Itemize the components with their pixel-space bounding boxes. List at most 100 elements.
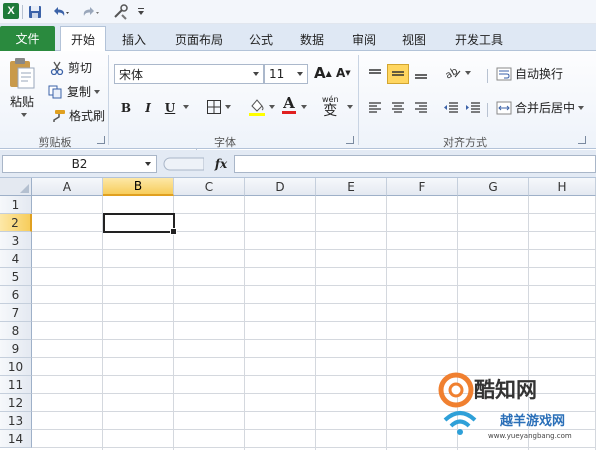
column-header-f[interactable]: F bbox=[387, 178, 458, 196]
tab-review[interactable]: 审阅 bbox=[344, 27, 384, 51]
paste-icon[interactable] bbox=[8, 55, 40, 91]
watermark-url: www.yueyangbang.com bbox=[488, 432, 572, 440]
formula-bar-handle-icon[interactable] bbox=[162, 156, 205, 172]
borders-icon bbox=[207, 100, 221, 114]
cut-button[interactable]: 剪切 bbox=[50, 59, 92, 76]
underline-button[interactable]: U bbox=[162, 99, 178, 117]
align-bottom-button[interactable] bbox=[412, 65, 430, 83]
font-launcher-icon[interactable] bbox=[346, 136, 354, 144]
group-divider bbox=[108, 55, 109, 145]
formula-input[interactable] bbox=[234, 155, 596, 173]
tab-file[interactable]: 文件 bbox=[0, 26, 55, 51]
tab-page-layout[interactable]: 页面布局 bbox=[165, 27, 233, 51]
tools-icon[interactable] bbox=[110, 3, 132, 21]
save-icon[interactable] bbox=[26, 3, 44, 21]
row-header-14[interactable]: 14 bbox=[0, 430, 32, 448]
shrink-font-button[interactable]: A ▼ bbox=[336, 66, 351, 80]
grow-arrow-icon: ▲ bbox=[325, 68, 332, 78]
clipboard-launcher-icon[interactable] bbox=[97, 136, 105, 144]
fill-color-button[interactable] bbox=[248, 97, 275, 117]
watermark-site-name: 越羊游戏网 bbox=[500, 414, 566, 429]
wrap-text-button[interactable]: 自动换行 bbox=[496, 65, 563, 82]
align-right-button[interactable] bbox=[412, 99, 430, 117]
tab-data[interactable]: 数据 bbox=[292, 27, 332, 51]
merge-center-button[interactable]: 合并后居中 bbox=[496, 99, 585, 116]
row-header-2[interactable]: 2 bbox=[0, 214, 32, 232]
row-header-6[interactable]: 6 bbox=[0, 286, 32, 304]
tab-home[interactable]: 开始 bbox=[60, 26, 106, 51]
row-header-9[interactable]: 9 bbox=[0, 340, 32, 358]
align-middle-button[interactable] bbox=[387, 64, 409, 84]
increase-indent-button[interactable] bbox=[464, 99, 482, 117]
insert-function-button[interactable]: fx bbox=[210, 155, 232, 173]
font-name-select[interactable]: 宋体 bbox=[114, 64, 264, 84]
align-middle-icon bbox=[392, 71, 404, 76]
font-name-dropdown-icon bbox=[253, 72, 259, 76]
bold-button[interactable]: B bbox=[118, 99, 134, 117]
column-header-h[interactable]: H bbox=[529, 178, 596, 196]
align-center-button[interactable] bbox=[389, 99, 407, 117]
name-box-value: B2 bbox=[71, 157, 88, 171]
row-header-8[interactable]: 8 bbox=[0, 322, 32, 340]
grid-row-line bbox=[32, 303, 596, 304]
row-header-12[interactable]: 12 bbox=[0, 394, 32, 412]
copy-button[interactable]: 复制 bbox=[48, 83, 101, 100]
row-header-3[interactable]: 3 bbox=[0, 232, 32, 250]
tab-insert[interactable]: 插入 bbox=[112, 27, 156, 51]
row-header-11[interactable]: 11 bbox=[0, 376, 32, 394]
fill-color-dropdown-icon bbox=[269, 105, 275, 109]
excel-app-icon[interactable]: X bbox=[3, 3, 19, 19]
row-header-4[interactable]: 4 bbox=[0, 250, 32, 268]
font-color-swatch bbox=[282, 111, 296, 114]
select-all-corner[interactable] bbox=[0, 178, 32, 196]
font-group-label: 字体 bbox=[214, 136, 236, 149]
grid-row-line bbox=[32, 249, 596, 250]
column-header-b[interactable]: B bbox=[103, 178, 174, 196]
font-size-select[interactable]: 11 bbox=[264, 64, 308, 84]
align-left-button[interactable] bbox=[366, 99, 384, 117]
column-header-c[interactable]: C bbox=[174, 178, 245, 196]
font-color-button[interactable]: A bbox=[282, 95, 296, 114]
font-color-dropdown-icon[interactable] bbox=[298, 105, 307, 109]
watermark: 酷知网 越羊游戏网 www.yueyangbang.com bbox=[432, 368, 596, 450]
column-header-a[interactable]: A bbox=[32, 178, 103, 196]
copy-dropdown-icon[interactable] bbox=[94, 89, 101, 94]
tab-developer[interactable]: 开发工具 bbox=[448, 27, 510, 51]
underline-dropdown-icon[interactable] bbox=[180, 105, 189, 109]
paste-dropdown-icon[interactable] bbox=[18, 111, 27, 119]
paste-button[interactable]: 粘贴 bbox=[10, 93, 34, 110]
tab-formulas[interactable]: 公式 bbox=[242, 27, 280, 51]
phonetic-guide-button[interactable]: wén 变 bbox=[322, 95, 339, 119]
scissors-icon bbox=[50, 61, 64, 75]
watermark-wifi-icon bbox=[443, 411, 477, 435]
alignment-launcher-icon[interactable] bbox=[578, 136, 586, 144]
name-box[interactable]: B2 bbox=[2, 155, 157, 173]
row-header-1[interactable]: 1 bbox=[0, 196, 32, 214]
quick-access-toolbar: X bbox=[0, 0, 596, 24]
tab-view[interactable]: 视图 bbox=[394, 27, 434, 51]
undo-icon[interactable] bbox=[48, 3, 74, 21]
orientation-dropdown-icon bbox=[465, 71, 471, 75]
customize-toolbar-icon[interactable] bbox=[136, 3, 146, 21]
column-header-e[interactable]: E bbox=[316, 178, 387, 196]
column-header-g[interactable]: G bbox=[458, 178, 529, 196]
phonetic-dropdown-icon[interactable] bbox=[344, 105, 353, 109]
decrease-indent-icon bbox=[444, 102, 458, 113]
column-header-d[interactable]: D bbox=[245, 178, 316, 196]
format-painter-button[interactable]: 格式刷 bbox=[50, 107, 105, 124]
grow-font-button[interactable]: A ▲ bbox=[314, 64, 332, 82]
paint-bucket-icon bbox=[249, 99, 265, 116]
orientation-button[interactable]: ab bbox=[444, 65, 471, 81]
row-header-10[interactable]: 10 bbox=[0, 358, 32, 376]
active-cell-b2[interactable] bbox=[103, 213, 177, 235]
merge-dropdown-icon[interactable] bbox=[578, 105, 585, 110]
decrease-indent-button[interactable] bbox=[442, 99, 460, 117]
row-header-5[interactable]: 5 bbox=[0, 268, 32, 286]
group-divider bbox=[358, 55, 359, 145]
italic-button[interactable]: I bbox=[140, 99, 156, 117]
borders-button[interactable] bbox=[206, 99, 231, 115]
row-header-7[interactable]: 7 bbox=[0, 304, 32, 322]
redo-icon[interactable] bbox=[78, 3, 104, 21]
align-top-button[interactable] bbox=[366, 65, 384, 83]
row-header-13[interactable]: 13 bbox=[0, 412, 32, 430]
